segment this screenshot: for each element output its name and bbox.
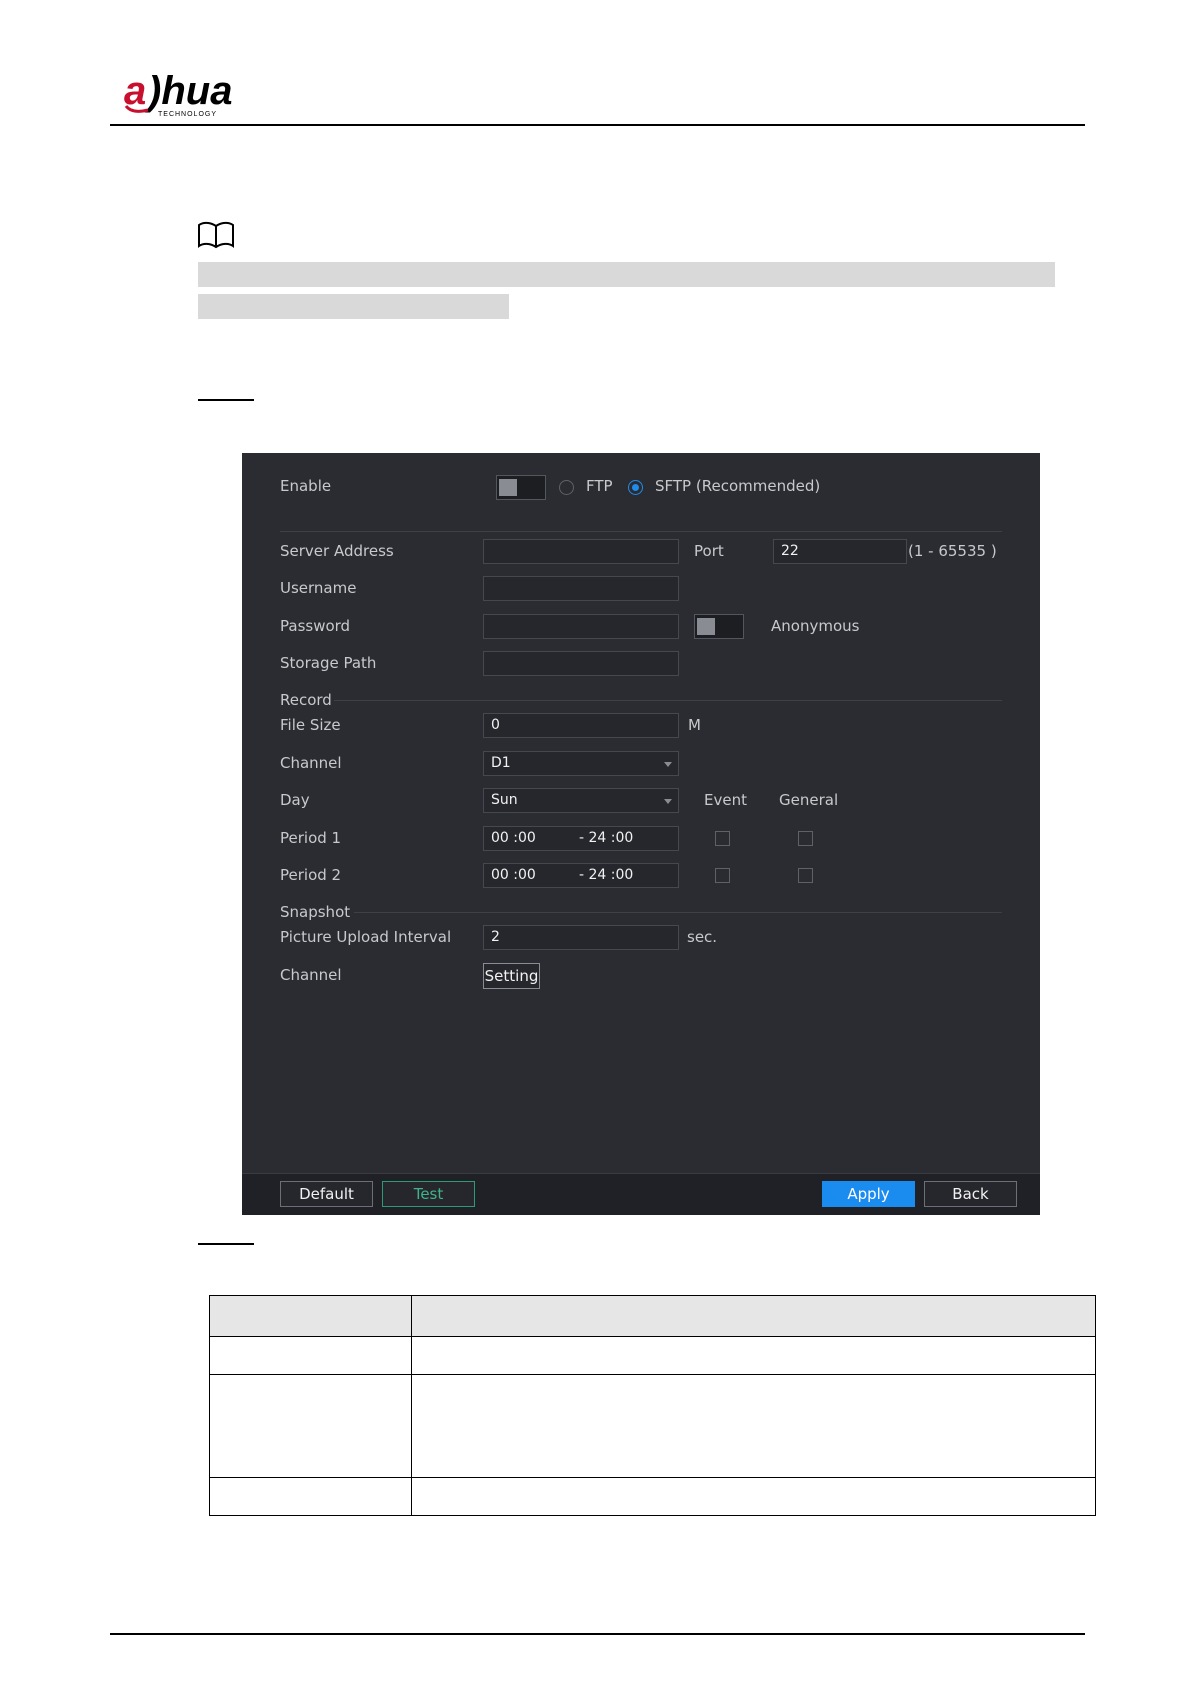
note-text-redacted-line [198,262,1055,287]
ftp-settings-panel: Enable FTP SFTP (Recommended) Server Add… [242,453,1040,1215]
sftp-radio[interactable] [628,480,643,495]
server-address-input[interactable] [483,539,679,564]
file-size-input[interactable]: 0 [483,713,679,738]
username-input[interactable] [483,576,679,601]
table-row [209,1477,1096,1516]
separator [280,531,1002,532]
table-cell [411,1374,1096,1478]
back-button[interactable]: Back [924,1181,1017,1207]
enable-toggle[interactable] [496,475,546,500]
separator [354,912,1002,913]
chevron-down-icon [664,762,672,767]
test-button[interactable]: Test [382,1181,475,1207]
storage-path-input[interactable] [483,651,679,676]
table-header-row [209,1295,1096,1337]
period-1-start: 00 :00 [491,830,536,846]
period-2-start: 00 :00 [491,867,536,883]
period-2-end: - 24 :00 [579,867,634,883]
period-2-time-range[interactable]: 00 :00 - 24 :00 [483,863,679,888]
period-1-event-checkbox[interactable] [715,831,730,846]
default-button[interactable]: Default [280,1181,373,1207]
enable-label: Enable [280,477,332,495]
file-size-label: File Size [280,716,341,734]
table-header-cell [411,1295,1096,1337]
general-column-header: General [779,791,839,809]
username-label: Username [280,579,357,597]
event-column-header: Event [704,791,747,809]
table-row [209,1374,1096,1478]
upload-interval-unit: sec. [687,928,718,946]
period-1-label: Period 1 [280,829,342,847]
header-rule [110,124,1085,126]
period-2-label: Period 2 [280,866,342,884]
note-text-redacted-line [198,294,509,319]
snapshot-channel-setting-button[interactable]: Setting [483,963,540,989]
snapshot-channel-label: Channel [280,966,342,984]
dahua-logo: a )hua TECHNOLOGY [124,70,232,118]
period-1-time-range[interactable]: 00 :00 - 24 :00 [483,826,679,851]
step-marker-line [198,1243,254,1245]
storage-path-label: Storage Path [280,654,377,672]
apply-button[interactable]: Apply [822,1181,915,1207]
file-size-unit: M [688,716,701,734]
period-2-general-checkbox[interactable] [798,868,813,883]
port-label: Port [694,542,724,560]
upload-interval-input[interactable]: 2 [483,925,679,950]
table-cell [209,1374,412,1478]
password-input[interactable] [483,614,679,639]
port-range-hint: (1 - 65535 ) [908,542,997,560]
parameter-table [209,1295,1096,1516]
day-label: Day [280,791,310,809]
period-1-general-checkbox[interactable] [798,831,813,846]
day-value: Sun [491,792,518,808]
record-section-title: Record [280,691,332,709]
ftp-radio[interactable] [559,480,574,495]
day-select[interactable]: Sun [483,788,679,813]
table-cell [411,1477,1096,1516]
table-cell [209,1336,412,1375]
server-address-label: Server Address [280,542,394,560]
upload-interval-label: Picture Upload Interval [280,928,452,946]
snapshot-section-title: Snapshot [280,903,351,921]
record-channel-select[interactable]: D1 [483,751,679,776]
password-label: Password [280,617,351,635]
record-channel-label: Channel [280,754,342,772]
anonymous-toggle[interactable] [694,614,744,639]
table-header-cell [209,1295,412,1337]
chevron-down-icon [664,799,672,804]
panel-button-bar: Default Test Apply Back [242,1173,1040,1215]
ftp-radio-label: FTP [586,477,613,495]
period-2-event-checkbox[interactable] [715,868,730,883]
step-marker-line [198,399,254,401]
footer-rule [110,1633,1085,1635]
sftp-radio-label: SFTP (Recommended) [655,477,821,495]
table-cell [209,1477,412,1516]
note-book-icon [198,221,234,249]
record-channel-value: D1 [491,755,511,771]
table-cell [411,1336,1096,1375]
anonymous-label: Anonymous [771,617,860,635]
svg-text:)hua: )hua [144,70,232,113]
svg-text:TECHNOLOGY: TECHNOLOGY [158,111,217,118]
separator [334,700,1002,701]
table-row [209,1336,1096,1375]
port-input[interactable]: 22 [773,539,907,564]
period-1-end: - 24 :00 [579,830,634,846]
